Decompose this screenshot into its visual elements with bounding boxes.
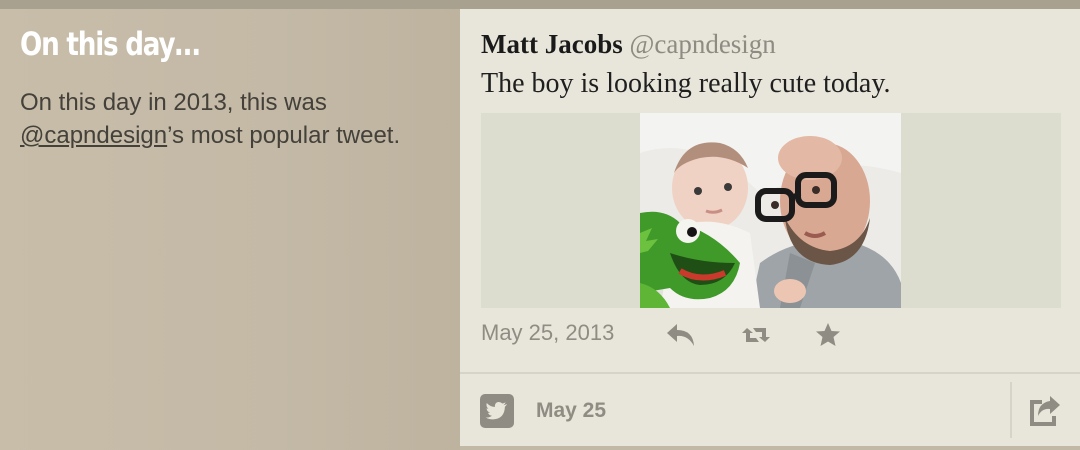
tweet-media [481, 113, 1061, 308]
description-text-before: On this day in 2013, this was [20, 89, 327, 116]
tweet-card: Matt Jacobs @capndesign The boy is looki… [460, 9, 1080, 446]
footer-date: May 25 [536, 399, 607, 422]
twitter-bird-icon [480, 394, 514, 428]
description-text-after: ’s most popular tweet. [167, 122, 401, 149]
retweet-button[interactable] [741, 322, 771, 353]
reply-icon [667, 324, 694, 346]
top-bar [0, 0, 1080, 9]
panel-description: On this day in 2013, this was @capndesig… [20, 86, 440, 152]
share-icon [1030, 396, 1060, 426]
tweet-date[interactable]: May 25, 2013 [481, 320, 614, 346]
footer-separator [1010, 382, 1012, 438]
panel-title: On this day… [20, 25, 201, 63]
tweet-text: The boy is looking really cute today. [481, 68, 891, 99]
retweet-icon [742, 328, 770, 342]
star-icon [816, 323, 840, 346]
tweet-meta: May 25, 2013 [481, 320, 1061, 350]
author-mention-link[interactable]: @capndesign [20, 122, 167, 149]
share-button[interactable] [1026, 394, 1062, 433]
tweet-photo[interactable] [640, 113, 901, 308]
card-footer: May 25 [460, 374, 1080, 446]
service-badge [480, 394, 514, 433]
favorite-button[interactable] [815, 322, 841, 353]
author-handle[interactable]: @capndesign [629, 29, 775, 59]
reply-button[interactable] [666, 322, 696, 353]
on-this-day-panel: On this day… On this day in 2013, this w… [0, 9, 460, 450]
author-name[interactable]: Matt Jacobs [481, 29, 623, 59]
tweet-header: Matt Jacobs @capndesign [481, 29, 776, 60]
